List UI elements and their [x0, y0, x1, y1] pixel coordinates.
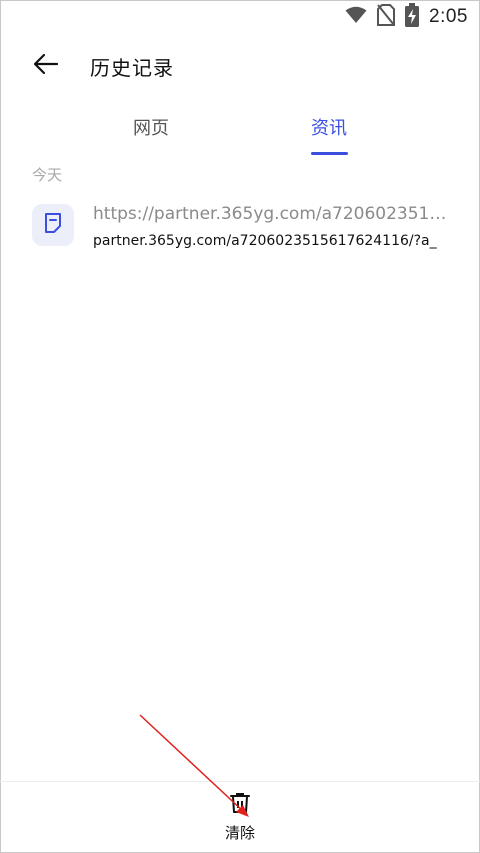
app-bar: 历史记录 [0, 40, 480, 92]
clear-label: 清除 [224, 824, 255, 842]
document-icon [43, 212, 63, 238]
history-item-url: partner.365yg.com/a7206023515617624116/?… [93, 233, 437, 249]
arrow-left-icon [33, 53, 59, 79]
clear-button[interactable]: 清除 [210, 792, 270, 848]
no-sim-icon [377, 4, 396, 30]
tab-news[interactable]: 资讯 [311, 114, 347, 140]
tab-bar: 网页 资讯 [0, 110, 480, 158]
battery-charging-icon [405, 3, 420, 31]
tab-selected-indicator [311, 152, 348, 155]
history-list-item[interactable]: https://partner.365yg.com/a7206023515617… [0, 198, 480, 262]
status-time: 2:05 [429, 6, 468, 27]
page-title: 历史记录 [90, 56, 174, 80]
bottom-divider [0, 781, 480, 782]
history-item-title: https://partner.365yg.com/a7206023515617… [93, 204, 453, 224]
back-button[interactable] [30, 50, 62, 82]
tab-web[interactable]: 网页 [133, 114, 169, 140]
wifi-icon [345, 6, 367, 28]
status-bar: 2:05 [0, 0, 480, 34]
section-label-today: 今天 [32, 166, 63, 184]
item-icon-container [32, 204, 74, 246]
status-icons: 2:05 [345, 3, 468, 31]
trash-icon [229, 792, 251, 818]
